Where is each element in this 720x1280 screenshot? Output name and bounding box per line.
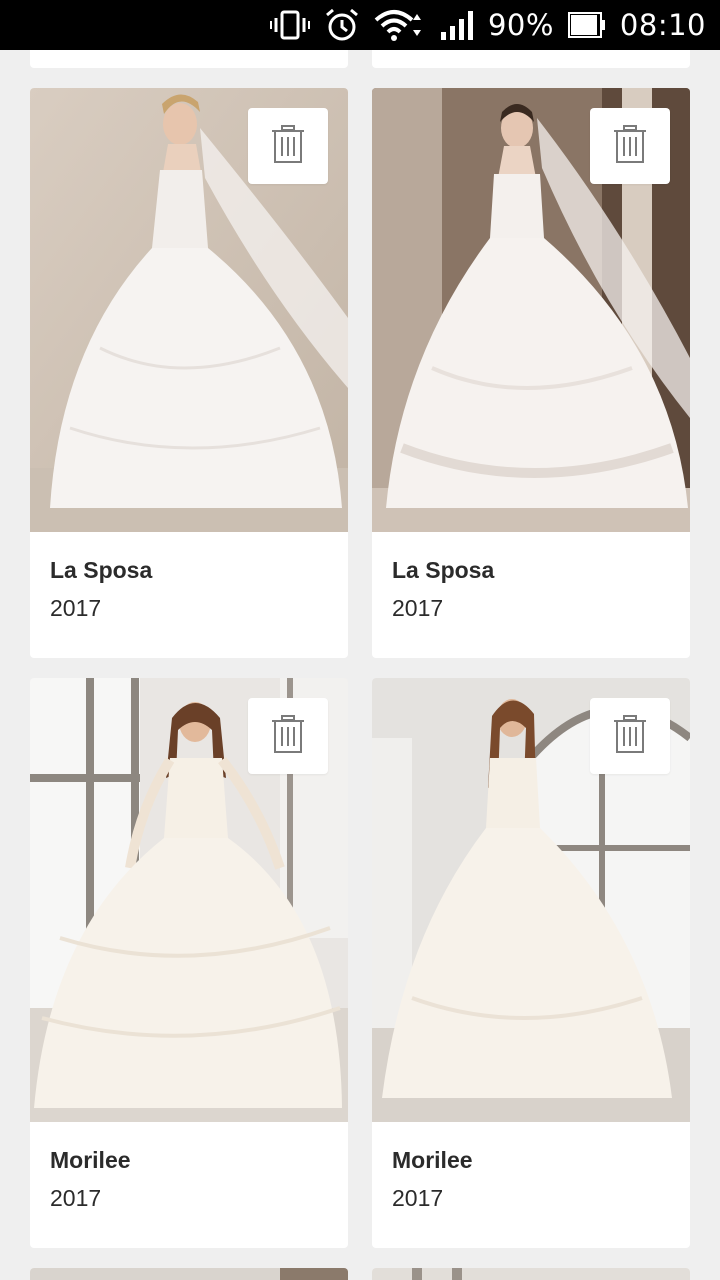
signal-icon [440,10,474,40]
trash-icon [613,124,647,168]
dress-year: 2017 [392,595,444,621]
card-info[interactable]: Morilee 2017 [372,1122,690,1248]
dress-brand: La Sposa [50,557,153,583]
remove-favorite-button[interactable] [590,698,670,774]
favorites-grid[interactable]: La Sposa 2017 La Sposa 2017 Morilee 2017… [0,50,720,1280]
card-info[interactable]: Morilee 2017 [30,1122,348,1248]
alarm-icon [324,7,360,43]
card-info[interactable]: La Sposa 2017 [372,532,690,658]
dress-brand: La Sposa [392,557,495,583]
dress-card[interactable]: Morilee 2017 [30,678,348,1248]
battery-percent: 90% [487,8,554,42]
card-partial[interactable] [30,1268,348,1280]
vibrate-icon [269,8,310,42]
card-partial[interactable] [372,1268,690,1280]
trash-icon [271,124,305,168]
remove-favorite-button[interactable] [248,698,328,774]
dress-year: 2017 [392,1185,444,1211]
dress-card[interactable]: La Sposa 2017 [30,88,348,658]
dress-brand: Morilee [392,1147,473,1173]
remove-favorite-button[interactable] [248,108,328,184]
card-partial[interactable] [30,50,348,68]
status-bar: 90% 08:10 [0,0,720,50]
dress-year: 2017 [50,595,102,621]
dress-brand: Morilee [50,1147,131,1173]
wifi-icon [374,8,426,42]
dress-card[interactable]: La Sposa 2017 [372,88,690,658]
remove-favorite-button[interactable] [590,108,670,184]
card-info[interactable]: La Sposa 2017 [30,532,348,658]
card-partial[interactable] [372,50,690,68]
dress-year: 2017 [50,1185,102,1211]
trash-icon [613,714,647,758]
clock: 08:10 [619,8,706,42]
battery-icon [567,12,606,38]
dress-card[interactable]: Morilee 2017 [372,678,690,1248]
trash-icon [271,714,305,758]
